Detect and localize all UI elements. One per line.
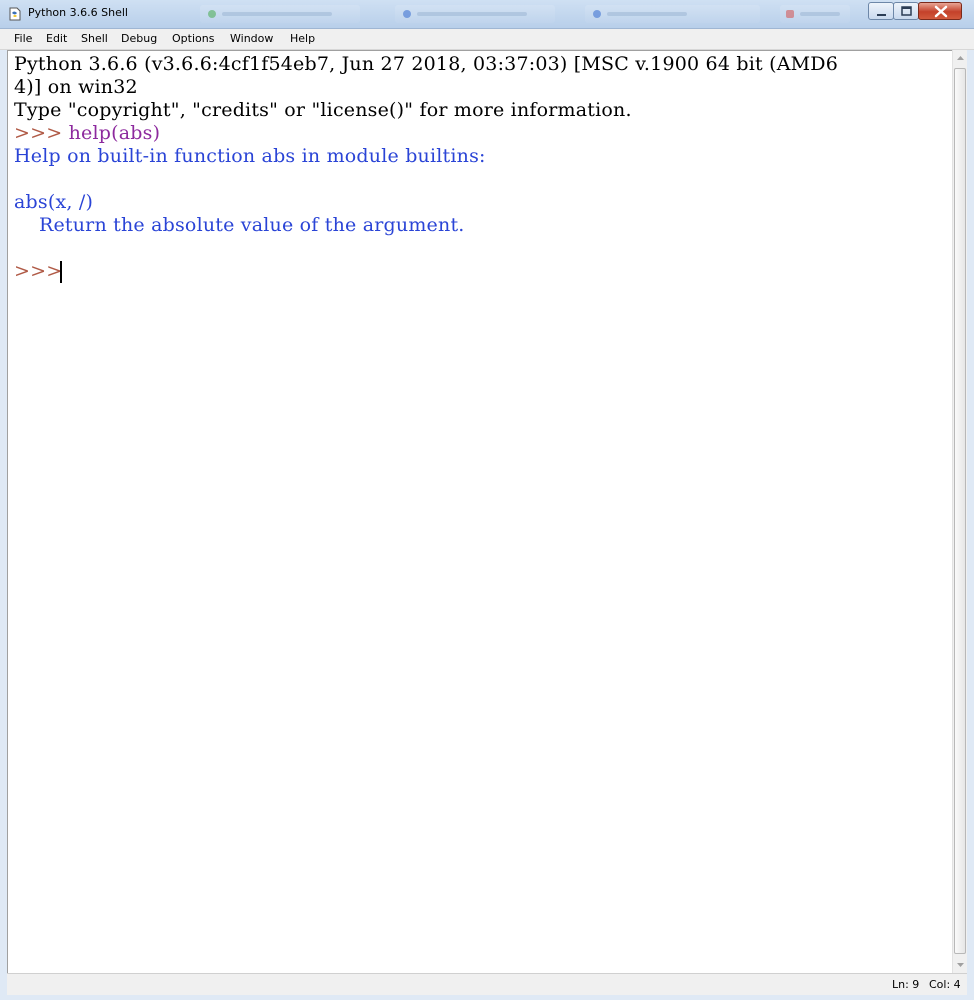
background-tab bbox=[585, 5, 760, 23]
shell-line: Type "copyright", "credits" or "license(… bbox=[14, 99, 632, 122]
banner-text: Python 3.6.6 (v3.6.6:4cf1f54eb7, Jun 27 … bbox=[14, 53, 838, 75]
close-icon bbox=[934, 5, 948, 18]
banner-text: Type "copyright", "credits" or "license(… bbox=[14, 99, 632, 121]
menu-help[interactable]: Help bbox=[290, 32, 315, 45]
background-tab bbox=[780, 5, 850, 23]
shell-line: Return the absolute value of the argumen… bbox=[14, 214, 465, 237]
prompt: >>> bbox=[14, 122, 69, 144]
window-frame-right bbox=[967, 50, 974, 1000]
shell-line: Help on built-in function abs in module … bbox=[14, 145, 486, 168]
scroll-down-button[interactable] bbox=[953, 956, 968, 973]
taskbar-tabs bbox=[140, 5, 860, 23]
status-column: Col: 4 bbox=[929, 978, 961, 991]
minimize-button[interactable] bbox=[868, 2, 894, 20]
status-line: Ln: 9 bbox=[892, 978, 920, 991]
tab-blur bbox=[222, 12, 332, 16]
shell-line: abs(x, /) bbox=[14, 191, 93, 214]
window-frame-bottom bbox=[0, 995, 974, 1000]
window-frame-left bbox=[0, 50, 7, 1000]
menu-bar: File Edit Shell Debug Options Window Hel… bbox=[0, 29, 974, 50]
tab-dot-icon bbox=[786, 10, 794, 18]
shell-line: 4)] on win32 bbox=[14, 76, 138, 99]
maximize-icon bbox=[901, 6, 912, 16]
tab-blur bbox=[607, 12, 687, 16]
output-text: Return the absolute value of the argumen… bbox=[14, 214, 465, 236]
menu-edit[interactable]: Edit bbox=[46, 32, 67, 45]
background-tab bbox=[200, 5, 360, 23]
output-text: Help on built-in function abs in module … bbox=[14, 145, 486, 167]
menu-debug[interactable]: Debug bbox=[121, 32, 157, 45]
tab-blur bbox=[417, 12, 527, 16]
output-text: abs(x, /) bbox=[14, 191, 94, 213]
text-cursor bbox=[60, 261, 62, 283]
command-text: help(abs) bbox=[68, 122, 161, 144]
tab-dot-icon bbox=[403, 10, 411, 18]
scroll-down-icon bbox=[957, 963, 964, 967]
scroll-up-button[interactable] bbox=[953, 50, 968, 67]
status-bar: Ln: 9 Col: 4 bbox=[7, 973, 967, 996]
tab-dot-icon bbox=[593, 10, 601, 18]
shell-line: Python 3.6.6 (v3.6.6:4cf1f54eb7, Jun 27 … bbox=[14, 53, 838, 76]
python-idle-icon bbox=[9, 7, 21, 21]
shell-line: >>> help(abs) bbox=[14, 122, 160, 145]
background-tab bbox=[395, 5, 555, 23]
window-title: Python 3.6.6 Shell bbox=[28, 6, 128, 19]
menu-window[interactable]: Window bbox=[230, 32, 273, 45]
scrollbar-thumb[interactable] bbox=[954, 68, 966, 954]
title-bar: Python 3.6.6 Shell bbox=[0, 0, 974, 29]
menu-shell[interactable]: Shell bbox=[81, 32, 108, 45]
tab-dot-icon bbox=[208, 10, 216, 18]
maximize-button[interactable] bbox=[893, 2, 919, 20]
shell-text-area[interactable]: Python 3.6.6 (v3.6.6:4cf1f54eb7, Jun 27 … bbox=[7, 50, 952, 974]
banner-text: 4)] on win32 bbox=[14, 76, 138, 98]
scroll-up-icon bbox=[957, 56, 964, 60]
menu-options[interactable]: Options bbox=[172, 32, 214, 45]
menu-file[interactable]: File bbox=[14, 32, 32, 45]
tab-blur bbox=[800, 12, 840, 16]
close-button[interactable] bbox=[918, 2, 962, 20]
vertical-scrollbar[interactable] bbox=[952, 50, 968, 973]
minimize-icon bbox=[877, 14, 886, 16]
